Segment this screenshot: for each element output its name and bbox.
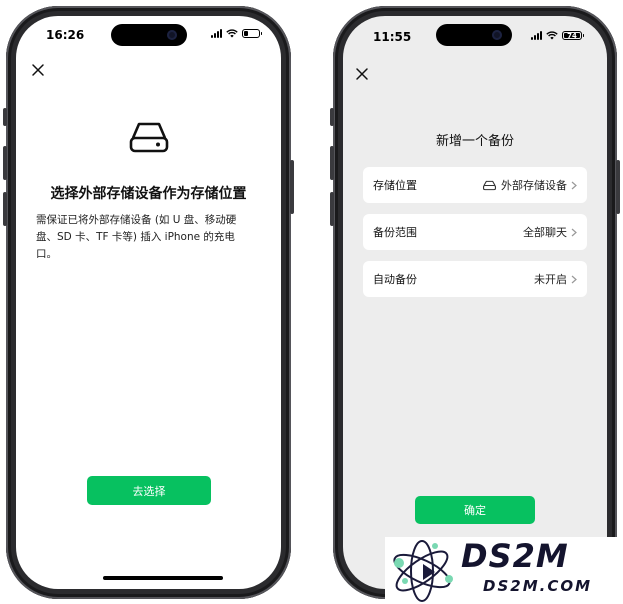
status-icons: 74 <box>531 31 584 40</box>
right-phone-screen: 11:55 74 新增一个备份 存储位置 外部存储设备 备份范围 全部聊天 自动… <box>343 16 607 589</box>
watermark-brand: DS2M <box>461 537 569 575</box>
settings-row-auto-backup[interactable]: 自动备份 未开启 <box>363 261 587 297</box>
atom-logo-icon <box>393 540 453 602</box>
battery-level: 74 <box>567 31 577 40</box>
close-icon[interactable] <box>355 67 369 81</box>
settings-row-backup-scope[interactable]: 备份范围 全部聊天 <box>363 214 587 250</box>
select-button[interactable]: 去选择 <box>87 476 211 505</box>
battery-icon <box>242 29 262 38</box>
chevron-right-icon <box>571 275 577 283</box>
wifi-icon <box>546 31 558 40</box>
description: 需保证已将外部存储设备 (如 U 盘、移动硬 盘、SD 卡、TF 卡等) 插入 … <box>36 214 237 260</box>
row-label: 存储位置 <box>373 179 417 192</box>
right-phone-frame: 11:55 74 新增一个备份 存储位置 外部存储设备 备份范围 全部聊天 自动… <box>333 6 617 599</box>
chevron-right-icon <box>571 228 577 236</box>
left-phone-frame: 16:26 选择外部存储设备作为存储位置 需保证已将外部存储设备 (如 U 盘、… <box>6 6 291 599</box>
home-indicator <box>103 576 223 580</box>
chevron-right-icon <box>571 181 577 189</box>
row-label: 备份范围 <box>373 226 417 239</box>
wifi-icon <box>226 29 238 38</box>
status-time: 11:55 <box>373 30 412 44</box>
row-label: 自动备份 <box>373 273 417 286</box>
cellular-signal-icon <box>211 29 222 38</box>
external-drive-icon <box>129 122 169 153</box>
battery-icon: 74 <box>562 31 584 40</box>
watermark: DS2M DS2M.COM <box>385 537 623 604</box>
status-icons <box>211 29 262 38</box>
row-value: 全部聊天 <box>523 226 567 239</box>
dynamic-island <box>436 24 512 46</box>
external-drive-icon <box>482 180 497 190</box>
dynamic-island <box>111 24 187 46</box>
close-icon[interactable] <box>31 63 45 77</box>
page-title: 选择外部存储设备作为存储位置 <box>50 186 247 202</box>
confirm-button[interactable]: 确定 <box>415 496 535 524</box>
settings-row-storage-location[interactable]: 存储位置 外部存储设备 <box>363 167 587 203</box>
row-value: 未开启 <box>534 273 567 286</box>
watermark-url: DS2M.COM <box>483 577 593 595</box>
left-phone-screen: 16:26 选择外部存储设备作为存储位置 需保证已将外部存储设备 (如 U 盘、… <box>16 16 281 589</box>
page-title: 新增一个备份 <box>435 134 514 149</box>
cellular-signal-icon <box>531 31 542 40</box>
row-value: 外部存储设备 <box>501 179 567 192</box>
status-time: 16:26 <box>46 28 85 42</box>
